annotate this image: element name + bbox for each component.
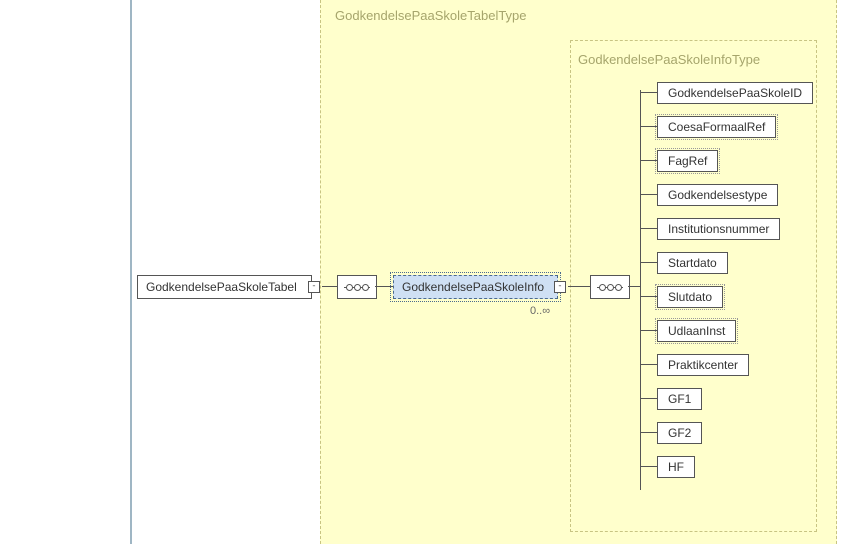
occurrence-label: 0..∞ [530, 305, 550, 317]
node-praktikcenter[interactable]: Praktikcenter [657, 354, 749, 376]
node-label: Praktikcenter [668, 358, 738, 372]
node-institutionsnummer[interactable]: Institutionsnummer [657, 218, 780, 240]
node-label: HF [668, 460, 684, 474]
node-slutdato[interactable]: Slutdato [657, 286, 723, 308]
node-label: Godkendelsestype [668, 188, 767, 202]
collapse-icon[interactable]: - [308, 281, 320, 293]
node-startdato[interactable]: Startdato [657, 252, 728, 274]
node-label: GodkendelsePaaSkoleInfo [402, 280, 544, 294]
node-fagref[interactable]: FagRef [657, 150, 718, 172]
node-gf2[interactable]: GF2 [657, 422, 702, 444]
sequence-compositor-2[interactable] [590, 275, 630, 299]
node-coesaformaalref[interactable]: CoesaFormaalRef [657, 116, 776, 138]
node-label: Institutionsnummer [668, 222, 769, 236]
node-label: GF2 [668, 426, 691, 440]
sequence-compositor-1[interactable] [337, 275, 377, 299]
node-godkendelsepaaskoleid[interactable]: GodkendelsePaaSkoleID [657, 82, 813, 104]
node-label: Slutdato [668, 290, 712, 304]
node-label: FagRef [668, 154, 707, 168]
node-gf1[interactable]: GF1 [657, 388, 702, 410]
node-godkendelse-paa-skole-tabel[interactable]: GodkendelsePaaSkoleTabel - [137, 275, 312, 299]
node-godkendelsestype[interactable]: Godkendelsestype [657, 184, 778, 206]
outer-type-label: GodkendelsePaaSkoleTabelType [335, 8, 527, 23]
node-label: GodkendelsePaaSkoleID [668, 86, 802, 100]
node-label: GF1 [668, 392, 691, 406]
node-udlaaninst[interactable]: UdlaanInst [657, 320, 736, 342]
inner-type-label: GodkendelsePaaSkoleInfoType [578, 52, 760, 67]
node-label: GodkendelsePaaSkoleTabel [146, 280, 297, 294]
node-label: UdlaanInst [668, 324, 725, 338]
node-label: CoesaFormaalRef [668, 120, 765, 134]
node-godkendelse-paa-skole-info[interactable]: GodkendelsePaaSkoleInfo - [393, 275, 558, 299]
node-hf[interactable]: HF [657, 456, 695, 478]
node-label: Startdato [668, 256, 717, 270]
collapse-icon[interactable]: - [554, 281, 566, 293]
